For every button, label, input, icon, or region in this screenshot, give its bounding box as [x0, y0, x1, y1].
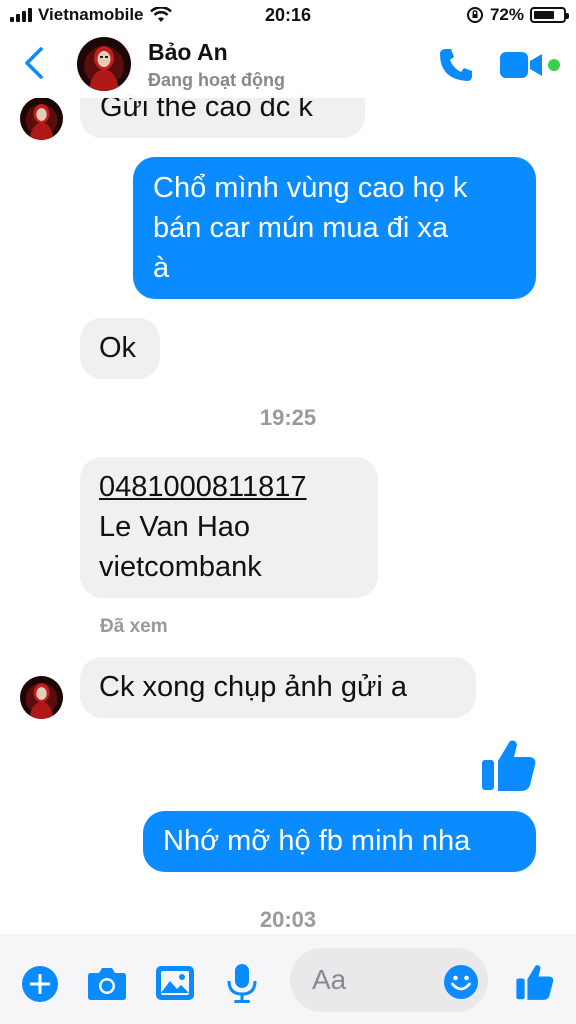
- message-input[interactable]: Aa: [290, 948, 488, 1012]
- contact-status: Đang hoạt động: [148, 70, 285, 90]
- seen-indicator: Đã xem: [100, 616, 168, 637]
- message-composer: Aa: [0, 934, 576, 1024]
- message-outgoing[interactable]: Nhớ mỡ hộ fb minh nha: [143, 811, 536, 872]
- timestamp: 19:25: [259, 405, 317, 430]
- like-icon[interactable]: [515, 962, 555, 1002]
- message-input-placeholder: Aa: [312, 964, 347, 995]
- camera-icon[interactable]: [87, 965, 127, 1001]
- video-icon[interactable]: [500, 50, 544, 80]
- battery-percent: 72%: [489, 5, 524, 24]
- battery-icon: [530, 7, 569, 23]
- online-dot: [548, 59, 560, 71]
- bank-name: vietcombank: [99, 551, 262, 583]
- message-text-line: Chổ mình vùng cao họ k: [153, 172, 468, 204]
- account-number-link[interactable]: 0481000811817: [99, 467, 359, 507]
- message-text: Ck xong chụp ảnh gửi a: [99, 671, 407, 703]
- message-incoming[interactable]: Ck xong chụp ảnh gửi a: [80, 657, 476, 718]
- contact-avatar[interactable]: [77, 37, 131, 91]
- message-text-line: bán car mún mua đi xa: [153, 212, 448, 244]
- message-incoming-bank-info[interactable]: 0481000811817 Le Van Hao vietcombank: [80, 457, 378, 598]
- contact-avatar-small: [20, 676, 63, 719]
- message-text-line: à: [153, 252, 170, 284]
- timestamp: 20:03: [259, 907, 317, 932]
- phone-icon[interactable]: [437, 46, 475, 84]
- status-right: 72%: [466, 5, 569, 25]
- conversation-header: Bảo An Đang hoạt động: [0, 32, 576, 98]
- contact-avatar-small: [20, 97, 63, 140]
- gallery-icon[interactable]: [155, 965, 195, 1001]
- thumbs-up-sticker-icon[interactable]: [480, 736, 538, 794]
- status-bar: Vietnamobile 20:16 72%: [0, 0, 576, 32]
- mic-icon[interactable]: [226, 963, 258, 1003]
- rotation-lock-icon: [466, 7, 483, 23]
- message-text: Ok: [99, 332, 137, 364]
- battery-fill: [534, 11, 555, 19]
- account-name: Le Van Hao: [99, 511, 251, 543]
- message-text: Nhớ mỡ hộ fb minh nha: [163, 825, 471, 857]
- back-chevron-icon[interactable]: [22, 46, 46, 80]
- message-outgoing[interactable]: Chổ mình vùng cao họ k bán car mún mua đ…: [133, 157, 536, 299]
- contact-name: Bảo An: [148, 39, 228, 65]
- message-incoming[interactable]: Ok: [80, 318, 160, 379]
- plus-icon[interactable]: [21, 965, 59, 1003]
- emoji-icon[interactable]: [443, 964, 479, 1000]
